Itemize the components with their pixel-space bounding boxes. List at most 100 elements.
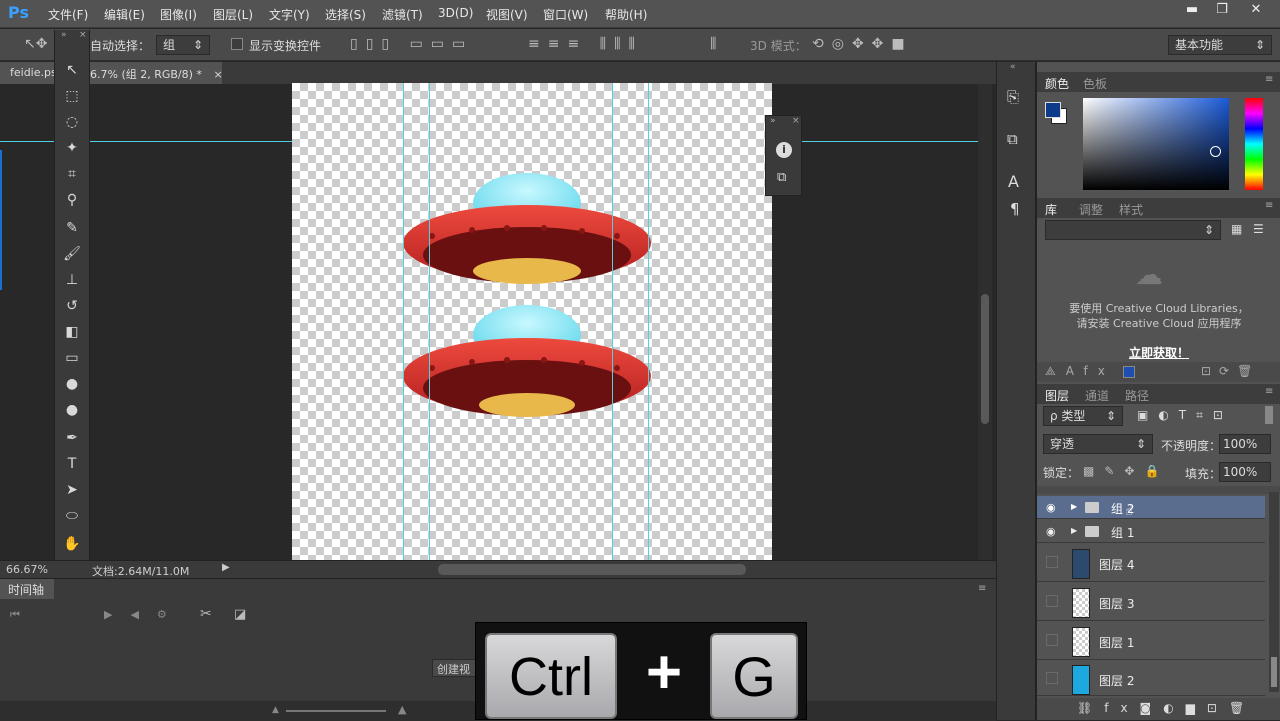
workspace-dropdown[interactable]: 基本功能 ⇕: [1168, 35, 1272, 55]
library-footer-icons[interactable]: ⟁Afx: [1045, 364, 1115, 379]
menu-filter[interactable]: 滤镜(T): [382, 6, 423, 23]
get-it-now-link[interactable]: 立即获取！: [1037, 344, 1280, 361]
3d-tool-icons[interactable]: ⟲◎✥✥■: [812, 36, 913, 52]
visibility-toggle[interactable]: [1046, 595, 1058, 607]
eye-icon[interactable]: ◉: [1046, 501, 1056, 514]
eraser-tool-icon[interactable]: ◧: [55, 320, 89, 344]
timeline-zoom-slider[interactable]: [286, 710, 386, 712]
blur-tool-icon[interactable]: ●: [55, 372, 89, 396]
vertical-scrollbar[interactable]: [978, 84, 992, 560]
layer-row-layer-1[interactable]: 图层 1: [1037, 622, 1265, 660]
eyedropper-icon[interactable]: ⚲: [55, 188, 89, 212]
panel-menu-icon[interactable]: ≡: [1265, 386, 1273, 397]
color-picker-field[interactable]: [1083, 98, 1229, 190]
menu-type[interactable]: 文字(Y): [269, 6, 310, 23]
layer-filter-icons[interactable]: ▣◐T⌗⊡: [1137, 408, 1233, 423]
playback-controls-icons[interactable]: ▶◀⚙: [104, 608, 185, 621]
tab-layers[interactable]: 图层: [1045, 387, 1069, 404]
move-tool-icon[interactable]: ↖✥: [24, 36, 47, 52]
expand-arrow-icon[interactable]: ▶: [1071, 526, 1077, 535]
eye-icon[interactable]: ◉: [1046, 525, 1056, 538]
history-icon[interactable]: ⎘: [1007, 88, 1019, 106]
distribute-icons[interactable]: ≡≡≡ ⫼⫼⫼: [528, 36, 643, 52]
library-action-icons[interactable]: ⊡⟳🗑: [1201, 364, 1260, 378]
layer-filter-dropdown[interactable]: ρ 类型 ⇕: [1043, 406, 1123, 426]
menu-file[interactable]: 文件(F): [48, 6, 88, 23]
actions-icon[interactable]: ⧉: [1007, 130, 1018, 148]
close-button[interactable]: ✕: [1240, 0, 1272, 22]
layer-row-group-1[interactable]: ◉ ▶ 组 1: [1037, 520, 1265, 543]
show-transform-checkbox[interactable]: [231, 38, 243, 50]
lock-icons[interactable]: ▩✎✥🔒: [1083, 464, 1169, 478]
layer-row-layer-3[interactable]: 图层 3: [1037, 583, 1265, 621]
filter-toggle[interactable]: [1265, 406, 1273, 424]
tab-library[interactable]: 库: [1045, 201, 1057, 218]
history-brush-icon[interactable]: ↺: [55, 294, 89, 318]
zoom-out-icon[interactable]: ▲: [272, 705, 279, 715]
first-frame-icon[interactable]: ⏮: [10, 608, 20, 622]
layers-scroll-thumb[interactable]: [1271, 657, 1277, 687]
clone-stamp-icon[interactable]: ⊥: [55, 268, 89, 292]
hue-slider[interactable]: [1245, 98, 1263, 190]
document-tab[interactable]: 6.7% (组 2, RGB/8) * ×: [90, 62, 223, 84]
marquee-tool-icon[interactable]: ⬚: [55, 84, 89, 108]
visibility-toggle[interactable]: [1046, 672, 1058, 684]
menu-window[interactable]: 窗口(W): [543, 6, 588, 23]
info-icon[interactable]: i: [776, 142, 792, 158]
collapse-icon[interactable]: »: [770, 116, 776, 126]
color-picker-cursor[interactable]: [1210, 146, 1221, 157]
timeline-tab[interactable]: 时间轴: [0, 579, 54, 599]
close-panel-icon[interactable]: ×: [79, 30, 87, 40]
pen-tool-icon[interactable]: ✒: [55, 426, 89, 450]
align-icons[interactable]: ▯▯▯ ▭▭▭: [350, 36, 473, 52]
layer-row-group-2[interactable]: ◉ ▶ 组 2 ☝: [1037, 496, 1265, 519]
layer-row-layer-4[interactable]: 图层 4: [1037, 544, 1265, 582]
fill-input[interactable]: 100%⌄: [1219, 462, 1271, 497]
lasso-tool-icon[interactable]: ◌: [55, 110, 89, 134]
gradient-tool-icon[interactable]: ▭: [55, 346, 89, 370]
collapse-icon[interactable]: «: [1010, 62, 1016, 72]
vertical-scroll-thumb[interactable]: [981, 294, 989, 424]
menu-edit[interactable]: 编辑(E): [104, 6, 145, 23]
menu-view[interactable]: 视图(V): [486, 6, 528, 23]
hand-tool-icon[interactable]: ✋: [55, 532, 89, 556]
collapse-icon[interactable]: »: [61, 30, 67, 40]
close-panel-icon[interactable]: ×: [792, 116, 800, 126]
menu-layer[interactable]: 图层(L): [213, 6, 253, 23]
crop-tool-icon[interactable]: ⌗: [55, 162, 89, 186]
list-view-icon[interactable]: ☰: [1253, 222, 1264, 236]
menu-select[interactable]: 选择(S): [325, 6, 366, 23]
layers-footer-icons[interactable]: ⛓fx◙◐▆⊡🗑: [1077, 701, 1256, 715]
minimize-button[interactable]: ▬: [1176, 0, 1208, 22]
library-color-chip[interactable]: [1123, 366, 1135, 378]
transition-icon[interactable]: ◪: [234, 607, 246, 622]
layer-row-layer-2[interactable]: 图层 2: [1037, 660, 1265, 696]
tab-paths[interactable]: 路径: [1125, 387, 1149, 404]
brush-tool-icon[interactable]: 🖌: [55, 242, 89, 266]
tab-color[interactable]: 颜色: [1045, 75, 1069, 92]
path-select-icon[interactable]: ➤: [55, 478, 89, 502]
panel-menu-icon[interactable]: ≡: [978, 583, 986, 594]
grid-view-icon[interactable]: ▦: [1231, 222, 1242, 236]
scissors-icon[interactable]: ✂: [200, 606, 212, 622]
dodge-tool-icon[interactable]: ●: [55, 398, 89, 422]
healing-brush-icon[interactable]: ✎: [55, 216, 89, 240]
visibility-toggle[interactable]: [1046, 556, 1058, 568]
paragraph-icon[interactable]: ¶: [1010, 200, 1020, 218]
visibility-toggle[interactable]: [1046, 634, 1058, 646]
menu-image[interactable]: 图像(I): [160, 6, 197, 23]
tab-styles[interactable]: 样式: [1119, 201, 1143, 218]
library-dropdown[interactable]: ⇕: [1045, 220, 1221, 240]
menu-help[interactable]: 帮助(H): [605, 6, 647, 23]
menu-3d[interactable]: 3D(D): [438, 6, 473, 20]
character-icon[interactable]: A: [1008, 172, 1019, 191]
zoom-in-icon[interactable]: ▲: [398, 703, 406, 716]
move-tool-icon[interactable]: ↖: [55, 58, 89, 82]
restore-button[interactable]: ❐: [1206, 0, 1238, 22]
document-canvas[interactable]: [292, 83, 772, 561]
tab-swatches[interactable]: 色板: [1083, 75, 1107, 92]
tab-adjustments[interactable]: 调整: [1079, 201, 1103, 218]
auto-align-icon[interactable]: ⫼: [710, 36, 716, 52]
expand-arrow-icon[interactable]: ▶: [1071, 502, 1077, 511]
blend-mode-dropdown[interactable]: 穿透 ⇕: [1043, 434, 1153, 454]
